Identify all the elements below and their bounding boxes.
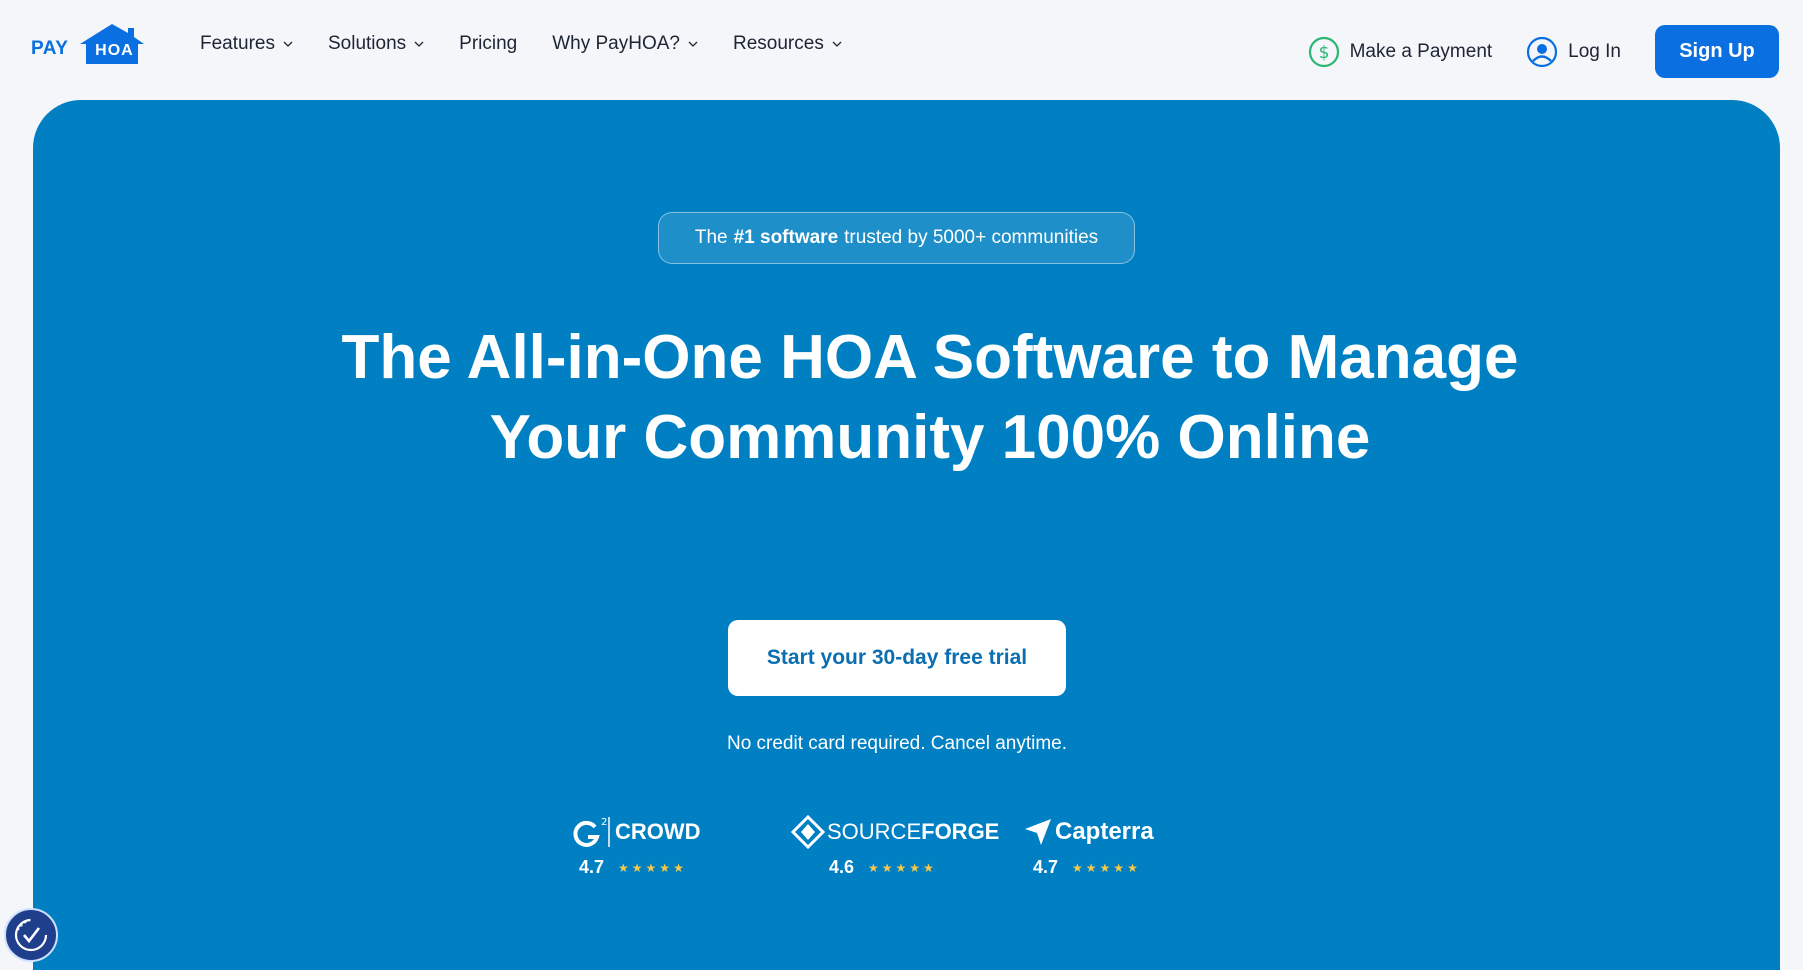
chevron-down-icon bbox=[414, 41, 424, 47]
nav-label: Pricing bbox=[459, 33, 518, 54]
nav-label: Features bbox=[200, 33, 275, 54]
sourceforge-stars: ★★★★★ bbox=[868, 860, 937, 875]
sourceforge-brand-text-a: SOURCE bbox=[827, 819, 922, 844]
chevron-down-icon bbox=[283, 41, 293, 47]
trust-badge-suffix: trusted by 5000+ communities bbox=[844, 227, 1099, 248]
capterra-stars: ★★★★★ bbox=[1072, 860, 1141, 875]
hero-section: The #1 software trusted by 5000+ communi… bbox=[33, 100, 1780, 970]
make-payment-link[interactable]: $ Make a Payment bbox=[1308, 36, 1493, 68]
rating-g2-crowd[interactable]: 2 CROWD 4.7 ★★★★★ bbox=[573, 815, 701, 878]
login-link[interactable]: Log In bbox=[1526, 36, 1621, 68]
ratings-row: 2 CROWD 4.7 ★★★★★ SOURCE FORGE 4.6 ★★★★★… bbox=[573, 815, 1273, 895]
nav-label: Why PayHOA? bbox=[552, 33, 680, 54]
svg-text:2: 2 bbox=[601, 817, 607, 828]
make-payment-label: Make a Payment bbox=[1349, 40, 1493, 62]
g2-stars: ★★★★★ bbox=[618, 860, 687, 875]
hero-headline: The All-in-One HOA Software to Manage Yo… bbox=[341, 323, 1519, 472]
g2-score-row: 4.7 ★★★★★ bbox=[573, 857, 701, 878]
nav-solutions[interactable]: Solutions bbox=[328, 33, 424, 55]
rating-capterra[interactable]: Capterra 4.7 ★★★★★ bbox=[1023, 815, 1154, 878]
chevron-down-icon bbox=[832, 41, 842, 47]
start-free-trial-button[interactable]: Start your 30-day free trial bbox=[728, 620, 1066, 696]
payhoa-logo[interactable]: PAY HOA bbox=[31, 20, 156, 66]
sourceforge-brand-text-b: FORGE bbox=[921, 819, 1000, 844]
g2-brand: 2 CROWD bbox=[573, 815, 701, 849]
sourceforge-brand: SOURCE FORGE bbox=[791, 815, 999, 849]
chevron-down-icon bbox=[688, 41, 698, 47]
g2-brand-text: CROWD bbox=[615, 819, 701, 844]
sourceforge-score-row: 4.6 ★★★★★ bbox=[791, 857, 999, 878]
dollar-circle-icon: $ bbox=[1308, 36, 1339, 67]
sourceforge-score: 4.6 bbox=[829, 857, 855, 877]
login-label: Log In bbox=[1568, 40, 1621, 62]
sign-up-button[interactable]: Sign Up bbox=[1655, 25, 1779, 78]
trust-badge-bold: #1 software bbox=[733, 227, 839, 248]
logo-pay-text: PAY bbox=[31, 38, 69, 59]
no-credit-card-note: No credit card required. Cancel anytime. bbox=[726, 733, 1068, 754]
capterra-score: 4.7 bbox=[1033, 857, 1059, 877]
user-circle-icon bbox=[1527, 36, 1558, 67]
nav-label: Solutions bbox=[327, 33, 407, 54]
house-icon: HOA bbox=[76, 22, 148, 66]
logo-hoa-text: HOA bbox=[95, 42, 134, 59]
header-actions: $ Make a Payment Log In Sign Up bbox=[1308, 25, 1779, 78]
capterra-logo-icon bbox=[1025, 819, 1051, 845]
trust-badge: The #1 software trusted by 5000+ communi… bbox=[658, 212, 1135, 264]
nav-why-payhoa[interactable]: Why PayHOA? bbox=[552, 33, 698, 55]
capterra-brand: Capterra bbox=[1023, 815, 1154, 849]
nav-features[interactable]: Features bbox=[200, 33, 293, 55]
svg-text:$: $ bbox=[1318, 43, 1329, 63]
sourceforge-logo-icon bbox=[791, 815, 825, 849]
capterra-score-row: 4.7 ★★★★★ bbox=[1023, 857, 1154, 878]
nav-resources[interactable]: Resources bbox=[733, 33, 842, 55]
nav-label: Resources bbox=[733, 33, 824, 54]
g2-score: 4.7 bbox=[579, 857, 605, 877]
nav-pricing[interactable]: Pricing bbox=[459, 33, 517, 55]
capterra-brand-text: Capterra bbox=[1055, 818, 1154, 845]
site-header: PAY HOA Features Solutions Pricing Why P… bbox=[0, 0, 1803, 100]
main-nav: Features Solutions Pricing Why PayHOA? R… bbox=[200, 33, 877, 55]
g2-logo-icon: 2 bbox=[573, 817, 610, 847]
trust-badge-prefix: The bbox=[694, 227, 728, 248]
accessibility-button[interactable] bbox=[4, 908, 58, 962]
rating-sourceforge[interactable]: SOURCE FORGE 4.6 ★★★★★ bbox=[791, 815, 999, 878]
accessibility-icon bbox=[14, 918, 48, 952]
